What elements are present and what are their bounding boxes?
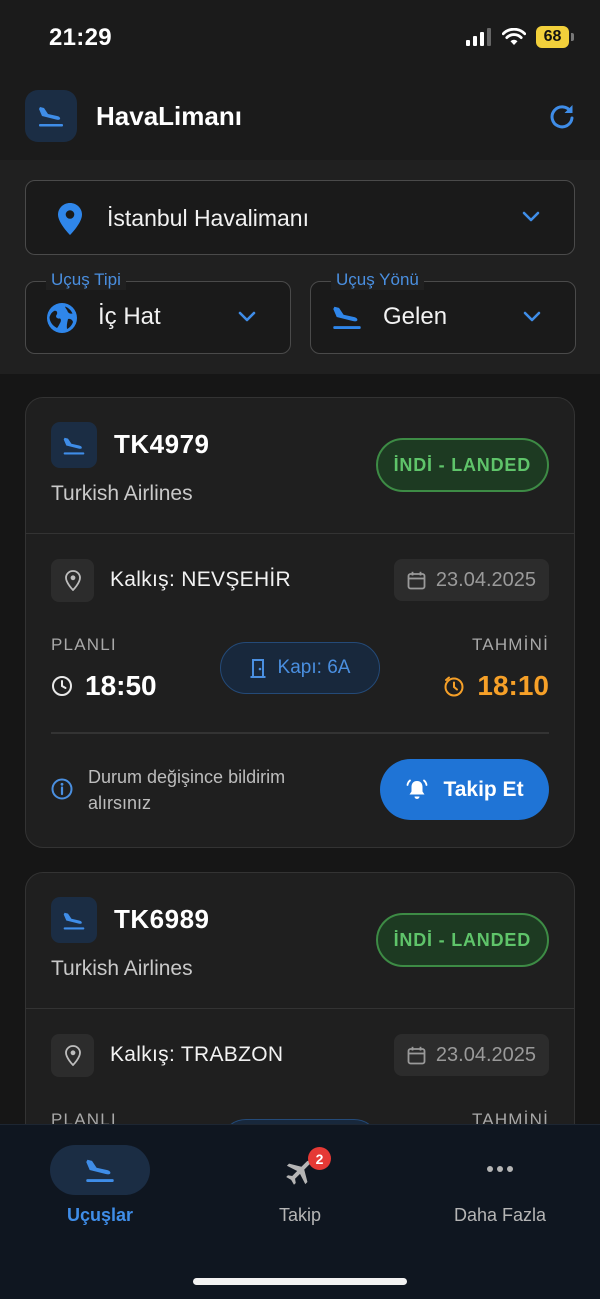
flight-card-header: TK4979 Turkish Airlines İNDİ - LANDED	[26, 398, 574, 534]
status-badge: İNDİ - LANDED	[375, 438, 549, 492]
more-dots-icon	[487, 1166, 513, 1172]
departure-icon-box	[51, 1034, 94, 1077]
flight-type-label: Uçuş Tipi	[46, 270, 126, 290]
calendar-icon	[407, 571, 426, 589]
flight-list: TK4979 Turkish Airlines İNDİ - LANDED Ka…	[0, 374, 600, 1124]
status-time: 21:29	[49, 24, 112, 51]
filters-panel: İstanbul Havalimanı Uçuş Tipi İç Hat Uçu…	[0, 160, 600, 374]
airline-name: Turkish Airlines	[51, 482, 193, 505]
flight-code: TK4979	[114, 429, 210, 459]
flight-card-body: Kalkış: TRABZON 23.04.2025 PLANLI TAHMİN…	[26, 1009, 574, 1124]
flight-date: 23.04.2025	[435, 568, 536, 591]
page-title: HavaLimanı	[96, 101, 242, 131]
airline-name: Turkish Airlines	[51, 957, 193, 980]
tab-follow[interactable]: 2 Takip	[210, 1145, 390, 1235]
info-icon	[51, 778, 73, 800]
airport-name: İstanbul Havalimanı	[107, 205, 309, 231]
chevron-down-icon	[238, 311, 256, 322]
plane-landing-icon	[86, 1159, 114, 1182]
planned-label: PLANLI	[51, 635, 117, 654]
bell-ring-icon	[407, 779, 428, 799]
globe-icon	[47, 303, 77, 333]
chevron-down-icon	[523, 311, 541, 322]
departure-city: Kalkış: TRABZON	[110, 1043, 284, 1066]
refresh-icon[interactable]	[548, 102, 576, 130]
flight-date: 23.04.2025	[435, 1043, 536, 1066]
planned-time: 18:50	[51, 670, 157, 702]
follow-button[interactable]: Takip Et	[380, 759, 549, 820]
timer-icon	[444, 676, 464, 697]
door-icon	[250, 659, 266, 678]
departure-icon-box	[51, 559, 94, 602]
airport-select[interactable]: İstanbul Havalimanı	[25, 180, 575, 255]
plane-landing-icon	[63, 912, 85, 929]
tab-label: Daha Fazla	[453, 1205, 547, 1225]
flight-type-value: İç Hat	[98, 303, 161, 330]
app-logo	[25, 90, 77, 142]
notification-info-text: Durum değişince bildirim alırsınız	[88, 767, 286, 813]
flight-card-header: TK6989 Turkish Airlines İNDİ - LANDED	[26, 873, 574, 1009]
battery-indicator: 68	[536, 26, 574, 48]
tab-label: Takip	[278, 1205, 322, 1225]
bottom-tab-bar: Uçuşlar 2 Takip Daha Fazla	[0, 1124, 600, 1299]
home-indicator	[193, 1278, 407, 1285]
wifi-icon	[502, 28, 526, 45]
estimated-label: TAHMİNİ	[471, 635, 549, 654]
flight-icon-box	[51, 422, 97, 468]
signal-icon	[466, 28, 491, 46]
estimated-time-value: 18:10	[477, 670, 549, 701]
notification-badge: 2	[308, 1147, 331, 1170]
flight-card-body: Kalkış: NEVŞEHİR 23.04.2025 PLANLI TAHMİ…	[26, 534, 574, 847]
status-badge: İNDİ - LANDED	[375, 913, 549, 967]
battery-level: 68	[536, 26, 569, 48]
flight-card[interactable]: TK4979 Turkish Airlines İNDİ - LANDED Ka…	[25, 397, 575, 848]
gate-value: Kapı: 6A	[277, 657, 351, 678]
date-chip: 23.04.2025	[393, 559, 549, 601]
date-chip: 23.04.2025	[393, 1034, 549, 1076]
gate-chip: Kapı: 6A	[220, 642, 380, 694]
estimated-time: 18:10	[443, 670, 549, 702]
follow-button-label: Takip Et	[443, 777, 524, 801]
departure-city: Kalkış: NEVŞEHİR	[110, 568, 292, 591]
flight-type-select[interactable]: Uçuş Tipi İç Hat	[25, 270, 291, 354]
flight-card[interactable]: TK6989 Turkish Airlines İNDİ - LANDED Ka…	[25, 872, 575, 1124]
tab-flights[interactable]: Uçuşlar	[10, 1145, 190, 1235]
planned-label: PLANLI	[51, 1110, 117, 1124]
planned-time-value: 18:50	[85, 670, 157, 701]
tab-label: Uçuşlar	[66, 1205, 134, 1225]
location-pin-icon	[64, 1045, 81, 1066]
flight-icon-box	[51, 897, 97, 943]
location-pin-icon	[58, 203, 82, 235]
estimated-label: TAHMİNİ	[471, 1110, 549, 1124]
calendar-icon	[407, 1046, 426, 1064]
status-bar: 21:29 68	[0, 0, 600, 76]
clock-icon	[52, 676, 72, 696]
flight-direction-label: Uçuş Yönü	[331, 270, 424, 290]
flight-code: TK6989	[114, 904, 210, 934]
flight-direction-select[interactable]: Uçuş Yönü Gelen	[310, 270, 576, 354]
divider	[51, 732, 549, 734]
flight-direction-value: Gelen	[383, 303, 448, 330]
chevron-down-icon	[522, 211, 540, 222]
plane-landing-icon	[333, 306, 361, 329]
plane-landing-icon	[63, 437, 85, 454]
app-header: HavaLimanı	[0, 76, 600, 160]
plane-landing-icon	[39, 107, 63, 127]
location-pin-icon	[64, 570, 81, 591]
tab-more[interactable]: Daha Fazla	[410, 1145, 590, 1235]
status-icons: 68	[466, 26, 574, 48]
